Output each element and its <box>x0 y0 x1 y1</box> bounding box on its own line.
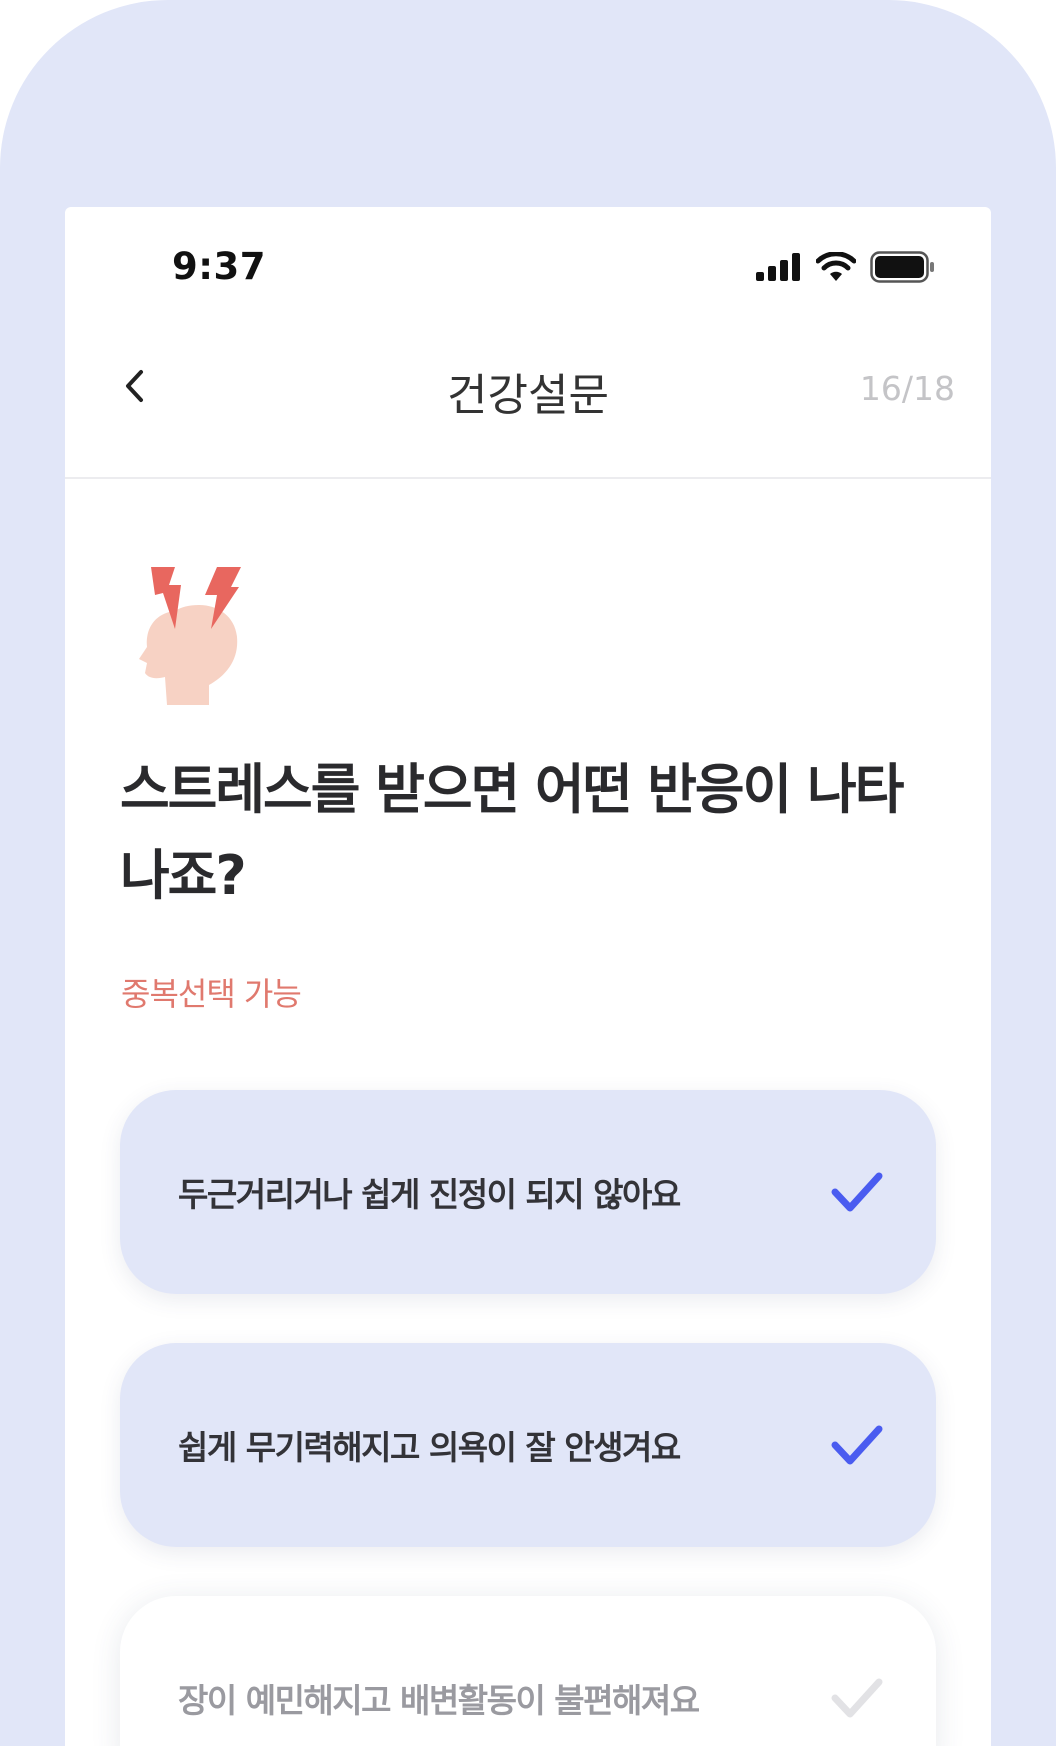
option-bowel-sensitivity[interactable]: 장이 예민해지고 배변활동이 불편해져요 <box>120 1596 936 1746</box>
check-icon <box>830 1676 884 1720</box>
survey-progress: 16/18 <box>859 369 955 408</box>
battery-icon <box>870 251 934 283</box>
check-icon <box>830 1170 884 1214</box>
question-title: 스트레스를 받으면 어떤 반응이 나타나죠? <box>120 758 904 907</box>
status-time: 9:37 <box>172 245 267 288</box>
page-title: 건강설문 <box>447 370 609 421</box>
option-label: 쉽게 무기력해지고 의욕이 잘 안생겨요 <box>178 1428 681 1467</box>
navigation-bar: 건강설문 16/18 <box>65 317 991 479</box>
cellular-signal-icon <box>756 253 800 281</box>
stressed-head-icon <box>139 567 241 705</box>
app-screen: 9:37 건강설문 16/18 스트레스를 받으면 어떤 반응이 나타나죠? 중… <box>65 207 991 1746</box>
multi-select-hint: 중복선택 가능 <box>121 975 302 1013</box>
wifi-icon <box>816 252 856 281</box>
status-bar: 9:37 <box>65 207 991 317</box>
option-lethargy[interactable]: 쉽게 무기력해지고 의욕이 잘 안생겨요 <box>120 1343 936 1547</box>
option-label: 장이 예민해지고 배변활동이 불편해져요 <box>178 1681 700 1720</box>
option-label: 두근거리거나 쉽게 진정이 되지 않아요 <box>178 1175 681 1214</box>
check-icon <box>830 1423 884 1467</box>
option-palpitations[interactable]: 두근거리거나 쉽게 진정이 되지 않아요 <box>120 1090 936 1294</box>
status-icons <box>756 251 936 283</box>
